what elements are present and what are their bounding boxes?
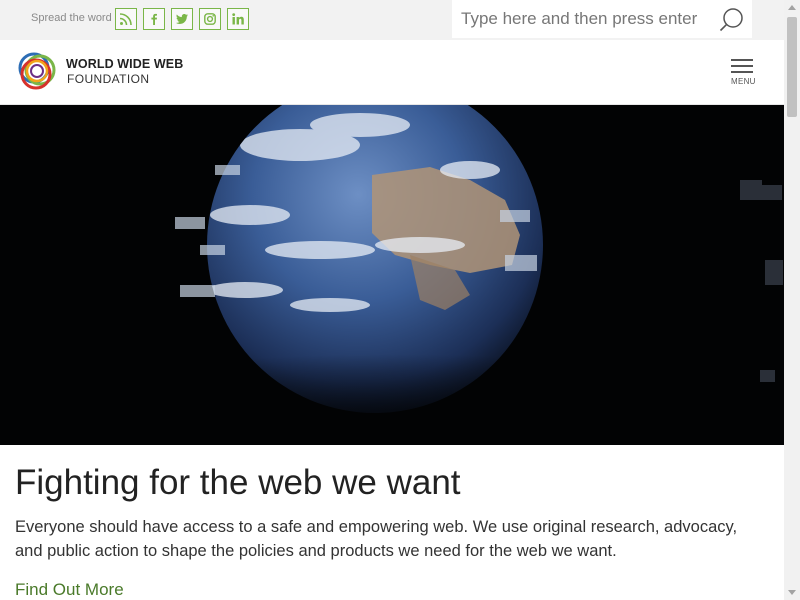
hero-earth-image [0,105,784,445]
menu-button[interactable]: MENU [731,59,757,89]
brand-name-line1[interactable]: WORLD WIDE WEB [66,57,183,71]
scroll-up-arrow-icon[interactable] [788,5,796,10]
brand-name-line2[interactable]: FOUNDATION [67,72,149,86]
instagram-icon [204,13,216,25]
web-foundation-logo[interactable] [15,49,59,93]
linkedin-button[interactable] [227,8,249,30]
facebook-icon [151,13,157,25]
twitter-icon [176,14,188,24]
top-bar: Spread the word [0,0,784,40]
scroll-down-arrow-icon[interactable] [788,590,796,595]
earth-illustration [0,105,784,445]
rss-button[interactable] [115,8,137,30]
rss-icon [119,13,132,26]
hamburger-icon [731,59,753,61]
find-out-more-link[interactable]: Find Out More [15,580,124,600]
search-icon[interactable] [718,6,746,34]
instagram-button[interactable] [199,8,221,30]
social-links [115,8,249,30]
search-input[interactable] [452,0,710,38]
search-box [452,0,752,38]
hamburger-icon-bar [731,65,753,67]
site-header: WORLD WIDE WEB FOUNDATION MENU [0,40,784,105]
page-headline: Fighting for the web we want [15,463,461,502]
scrollbar-thumb[interactable] [787,17,797,117]
menu-label: MENU [731,77,756,86]
linkedin-icon [232,13,244,25]
spread-the-word-label: Spread the word [31,12,112,24]
facebook-button[interactable] [143,8,165,30]
intro-paragraph: Everyone should have access to a safe an… [15,518,738,560]
twitter-button[interactable] [171,8,193,30]
hamburger-icon-bar [731,71,753,73]
vertical-scrollbar[interactable] [784,0,800,600]
